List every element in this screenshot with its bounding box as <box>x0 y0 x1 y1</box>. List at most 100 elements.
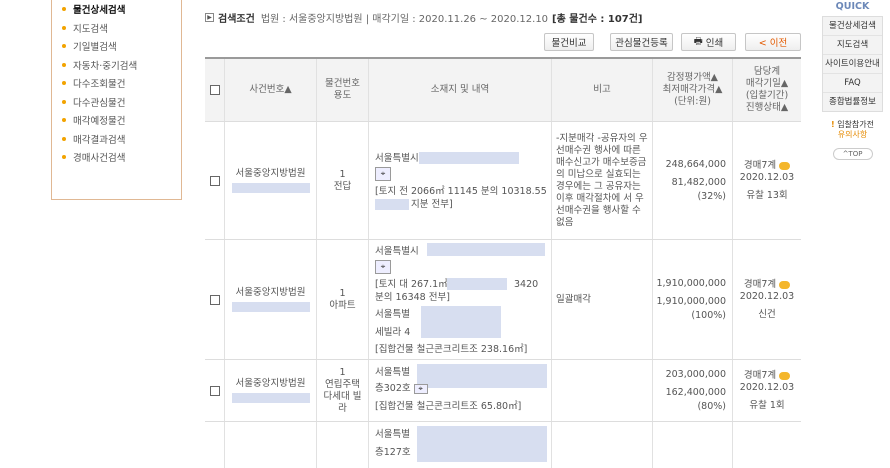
row-checkbox[interactable] <box>209 385 220 396</box>
item-cell: 1 연립주택 다세대 빌라 <box>317 360 369 421</box>
case-cell[interactable]: 서울중앙지방법원 <box>225 122 317 239</box>
court-name: 서울중앙지방법원 <box>235 378 306 389</box>
menu-item-most-viewed[interactable]: 다수조회물건 <box>52 74 181 93</box>
bullet-icon <box>62 155 66 160</box>
header-case-no[interactable]: 사건번호▲ <box>225 59 317 121</box>
item-cell: 1 아파트 <box>317 240 369 359</box>
price-cell <box>653 422 733 468</box>
dept-name: 경매7계 <box>743 369 777 381</box>
row-checkbox[interactable] <box>209 175 220 186</box>
price-cell: 203,000,000 162,400,000 (80%) <box>653 360 733 421</box>
table-row[interactable]: 서울특별 층127호 <box>205 422 801 468</box>
exclamation-icon: ! <box>830 120 835 129</box>
redacted-case-no <box>231 183 310 193</box>
location-cell: 서울특별 층302호 ⌖ [집합건물 철근콘크리트조 65.80㎡] <box>369 360 552 421</box>
bullet-icon <box>62 62 66 67</box>
note-text: 일괄매각 <box>556 293 591 305</box>
price-ratio: (80%) <box>697 400 726 412</box>
court-name: 서울중앙지방법원 <box>235 168 306 179</box>
map-icon[interactable]: ⌖ <box>413 384 428 394</box>
table-row[interactable]: 서울중앙지방법원 1 연립주택 다세대 빌라 서울특별 층302호 ⌖ [집합건… <box>205 360 801 422</box>
table-row[interactable]: 서울중앙지방법원 1 아파트 서울특별시 ⌖ [토지 대 267.1㎡ 3420… <box>205 240 801 360</box>
menu-item-scheduled[interactable]: 매각예정물건 <box>52 111 181 130</box>
quick-item-legal-info[interactable]: 종합법률정보 <box>823 93 882 111</box>
map-link[interactable]: ⌖ <box>375 260 547 274</box>
pointer-hand-icon[interactable] <box>779 280 791 289</box>
pointer-hand-icon[interactable] <box>779 371 791 380</box>
print-button[interactable]: 🖶 인쇄 <box>681 33 736 51</box>
location-cell: 서울특별시 ⌖ [토지 전 2066㎡ 11145 분의 10318.55 지분… <box>369 122 552 239</box>
case-cell[interactable]: 서울중앙지방법원 <box>225 360 317 421</box>
item-cell <box>317 422 369 468</box>
row-check-cell <box>205 122 225 239</box>
row-checkbox[interactable] <box>209 294 220 305</box>
quick-item-map-search[interactable]: 지도검색 <box>823 36 882 55</box>
map-icon: ⌖ <box>375 260 391 274</box>
location-cell: 서울특별시 ⌖ [토지 대 267.1㎡ 3420 분의 16348 전부] 서… <box>369 240 552 359</box>
header-item-no-line2: 용도 <box>333 90 352 101</box>
unit-no: 층302호 <box>375 383 411 394</box>
note-cell: 일괄매각 <box>552 240 653 359</box>
item-no: 1 <box>339 366 346 378</box>
price-cell: 248,664,000 81,482,000 (32%) <box>653 122 733 239</box>
condition-text: 법원 : 서울중앙지방법원 | 매각기일 : 2020.11.26 ~ 2020… <box>260 14 549 25</box>
menu-item-date-search[interactable]: 기일별검색 <box>52 37 181 56</box>
item-no: 1 <box>339 168 346 180</box>
scroll-top-button[interactable]: ^TOP <box>832 148 873 160</box>
prev-button[interactable]: < 이전 <box>745 33 801 51</box>
menu-item-label: 다수조회물건 <box>73 79 126 91</box>
menu-item-vehicle-search[interactable]: 자동차·중기검색 <box>52 56 181 75</box>
menu-item-most-watched[interactable]: 다수관심물건 <box>52 93 181 112</box>
case-cell[interactable] <box>225 422 317 468</box>
dept-name: 경매7계 <box>743 159 777 171</box>
map-link[interactable]: ⌖ <box>375 167 547 181</box>
select-all-checkbox[interactable] <box>209 85 220 95</box>
building-detail: [집합건물 철근콘크리트조 238.16㎡] <box>375 344 528 355</box>
bid-notice-line2: 유의사항 <box>837 130 868 139</box>
note-cell <box>552 422 653 468</box>
quick-item-faq[interactable]: FAQ <box>823 74 882 93</box>
bid-notice-link[interactable]: ! 입찰참가전 유의사항 <box>822 120 883 140</box>
appraisal-price: 248,664,000 <box>665 158 726 170</box>
header-status-line4: 진행상태▲ <box>745 102 789 113</box>
menu-item-detail-search[interactable]: 물건상세검색 <box>52 0 181 19</box>
menu-item-map-search[interactable]: 지도검색 <box>52 19 181 38</box>
land-detail-num: 3420 <box>514 279 539 290</box>
quick-item-detail-search[interactable]: 물건상세검색 <box>823 17 882 36</box>
court-name: 서울중앙지방법원 <box>235 287 306 298</box>
compare-button[interactable]: 물건비교 <box>544 33 594 51</box>
progress-status: 유찰 13회 <box>746 189 788 201</box>
unit-no: 층127호 <box>375 447 411 458</box>
header-price[interactable]: 감정평가액▲ 최저매각가격▲ (단위:원) <box>653 59 733 121</box>
note-cell <box>552 360 653 421</box>
header-status-line2: 매각기일▲ <box>745 78 789 89</box>
header-status-line1: 담당계 <box>753 66 781 77</box>
left-menu: 물건상세검색 지도검색 기일별검색 자동차·중기검색 다수조회물건 다수관심물건… <box>51 0 182 200</box>
watch-register-button[interactable]: 관심물건등록 <box>610 33 673 51</box>
table-row[interactable]: 서울중앙지방법원 1 전답 서울특별시 ⌖ [토지 전 2066㎡ 11145 … <box>205 122 801 240</box>
header-price-line2: 최저매각가격▲ <box>662 84 723 95</box>
menu-item-results[interactable]: 매각결과검색 <box>52 130 181 149</box>
building-detail: [집합건물 철근콘크리트조 65.80㎡] <box>375 401 522 412</box>
price-cell: 1,910,000,000 1,910,000,000 (100%) <box>653 240 733 359</box>
menu-item-label: 경매사건검색 <box>73 153 126 165</box>
item-use: 연립주택 다세대 빌라 <box>323 378 362 414</box>
address-line-2: 층302호 ⌖ <box>375 382 547 395</box>
quick-item-site-guide[interactable]: 사이트이용안내 <box>823 55 882 74</box>
redacted-detail <box>447 278 507 290</box>
bid-notice-line1: 입찰참가전 <box>837 120 874 129</box>
header-price-line1: 감정평가액▲ <box>666 72 718 83</box>
case-cell[interactable]: 서울중앙지방법원 <box>225 240 317 359</box>
header-status[interactable]: 담당계 매각기일▲ (입찰기간) 진행상태▲ <box>733 59 801 121</box>
header-price-line3: (단위:원) <box>674 96 711 107</box>
note-cell: -지분매각 -공유자의 우선매수권 행사에 따른 매수신고가 매수보증금의 미납… <box>552 122 653 239</box>
bullet-icon <box>62 136 66 141</box>
map-icon: ⌖ <box>375 167 391 181</box>
bullet-icon <box>62 25 66 30</box>
pointer-hand-icon[interactable] <box>779 161 791 170</box>
status-cell: 경매7계 2020.12.03 유찰 13회 <box>733 122 801 239</box>
location-cell: 서울특별 층127호 <box>369 422 552 468</box>
appraisal-price: 203,000,000 <box>665 368 726 380</box>
menu-item-case-search[interactable]: 경매사건검색 <box>52 148 181 167</box>
dept-name: 경매7계 <box>743 278 777 290</box>
